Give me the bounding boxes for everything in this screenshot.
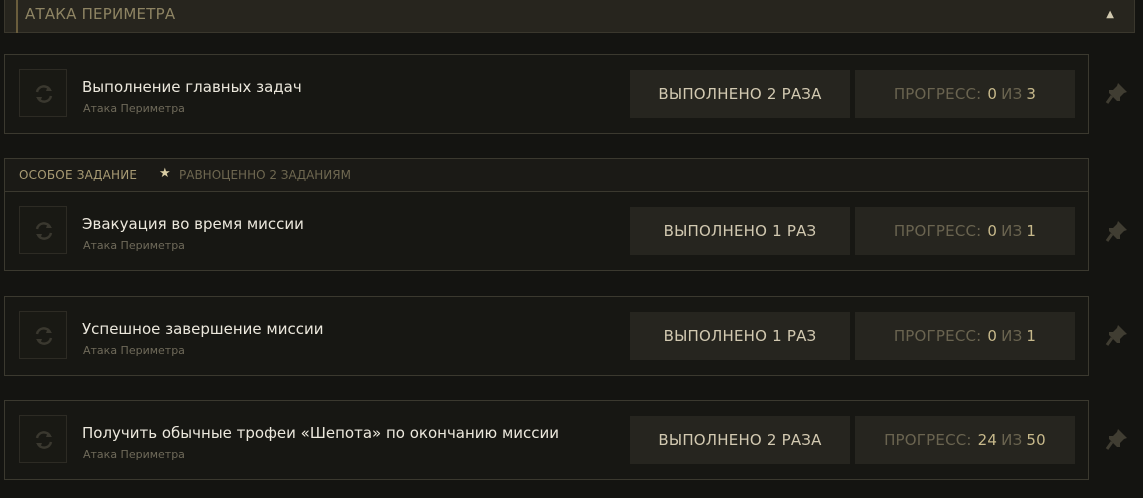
pin-icon[interactable] (1104, 218, 1130, 244)
section-title: АТАКА ПЕРИМЕТРА (25, 5, 176, 23)
progress-of: ИЗ (1001, 327, 1023, 345)
progress-label: ПРОГРЕСС: (893, 85, 982, 103)
special-task-header: ОСОБОЕ ЗАДАНИЕ ★ РАВНОЦЕННО 2 ЗАДАНИЯМ (5, 159, 1088, 192)
pin-icon[interactable] (1104, 80, 1130, 106)
progress-total: 50 (1026, 431, 1046, 449)
task-card: Получить обычные трофеи «Шепота» по окон… (4, 400, 1089, 480)
completed-count-button[interactable]: ВЫПОЛНЕНО 2 РАЗА (630, 70, 850, 118)
progress-box: ПРОГРЕСС: 0 ИЗ 1 (855, 312, 1075, 360)
progress-current: 0 (987, 85, 998, 103)
task-subtitle: Атака Периметра (83, 239, 185, 252)
star-icon: ★ (159, 166, 171, 181)
pin-icon[interactable] (1104, 322, 1130, 348)
special-task-equivalent: РАВНОЦЕННО 2 ЗАДАНИЯМ (179, 168, 351, 182)
progress-label: ПРОГРЕСС: (893, 222, 982, 240)
progress-total: 1 (1026, 222, 1037, 240)
progress-current: 0 (987, 222, 998, 240)
task-title: Получить обычные трофеи «Шепота» по окон… (82, 424, 560, 442)
special-task-card: ОСОБОЕ ЗАДАНИЕ ★ РАВНОЦЕННО 2 ЗАДАНИЯМ Э… (4, 158, 1089, 271)
section-header[interactable]: АТАКА ПЕРИМЕТРА ▲ (4, 0, 1135, 33)
progress-of: ИЗ (1001, 85, 1023, 103)
completed-count-button[interactable]: ВЫПОЛНЕНО 2 РАЗА (630, 416, 850, 464)
task-subtitle: Атака Периметра (83, 344, 185, 357)
progress-label: ПРОГРЕСС: (893, 327, 982, 345)
progress-current: 0 (987, 327, 998, 345)
progress-total: 1 (1026, 327, 1037, 345)
chevron-up-icon[interactable]: ▲ (1106, 9, 1114, 20)
section-accent-bar (16, 0, 18, 33)
task-card: Успешное завершение миссии Атака Перимет… (4, 296, 1089, 376)
task-subtitle: Атака Периметра (83, 448, 185, 461)
task-card: Выполнение главных задач Атака Периметра… (4, 54, 1089, 134)
refresh-icon[interactable] (19, 69, 67, 117)
progress-box: ПРОГРЕСС: 0 ИЗ 1 (855, 207, 1075, 255)
task-title: Успешное завершение миссии (82, 320, 324, 338)
special-task-label: ОСОБОЕ ЗАДАНИЕ (19, 168, 138, 182)
progress-box: ПРОГРЕСС: 24 ИЗ 50 (855, 416, 1075, 464)
pin-icon[interactable] (1104, 426, 1130, 452)
completed-count-button[interactable]: ВЫПОЛНЕНО 1 РАЗ (630, 312, 850, 360)
task-title: Выполнение главных задач (82, 78, 302, 96)
progress-of: ИЗ (1001, 222, 1023, 240)
completed-count-button[interactable]: ВЫПОЛНЕНО 1 РАЗ (630, 207, 850, 255)
progress-label: ПРОГРЕСС: (884, 431, 972, 449)
progress-of: ИЗ (1001, 431, 1023, 449)
refresh-icon[interactable] (19, 311, 67, 359)
progress-current: 24 (977, 431, 998, 449)
refresh-icon[interactable] (19, 415, 67, 463)
progress-total: 3 (1026, 85, 1037, 103)
task-subtitle: Атака Периметра (83, 102, 185, 115)
refresh-icon[interactable] (19, 206, 67, 254)
task-title: Эвакуация во время миссии (82, 215, 304, 233)
progress-box: ПРОГРЕСС: 0 ИЗ 3 (855, 70, 1075, 118)
